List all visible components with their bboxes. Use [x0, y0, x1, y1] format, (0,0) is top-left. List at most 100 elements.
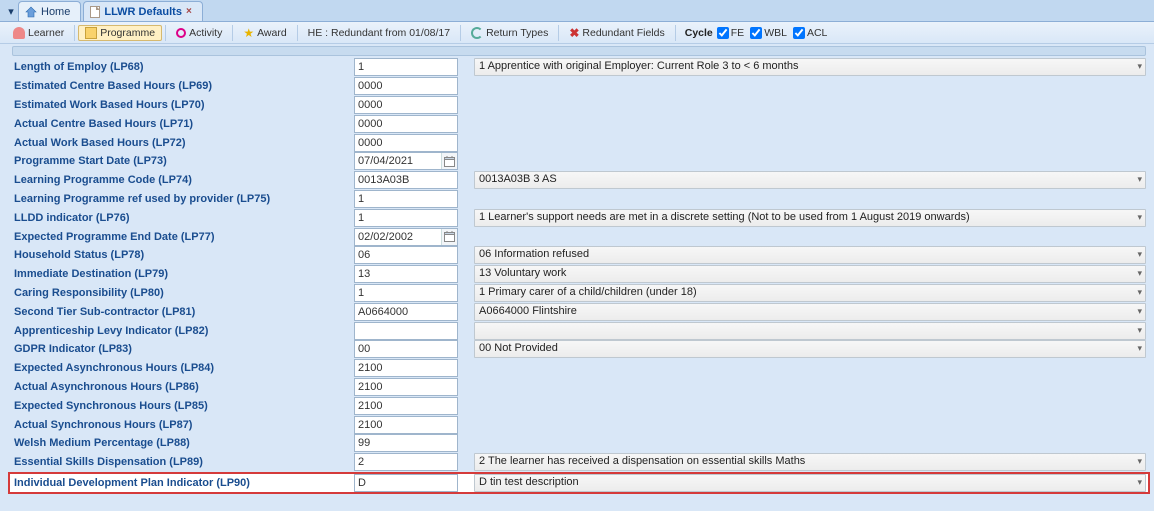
dropdown-display[interactable]: 0013A03B 3 AS▾ [474, 171, 1146, 189]
chevron-down-icon[interactable]: ▾ [1137, 477, 1142, 488]
field-description-wrapper: 2 The learner has received a dispensatio… [474, 453, 1146, 471]
field-description-wrapper: D tin test description▾ [474, 474, 1146, 492]
field-input[interactable] [354, 416, 458, 434]
field-input[interactable] [354, 171, 458, 189]
dropdown-display[interactable]: 1 Learner's support needs are met in a d… [474, 209, 1146, 227]
field-input[interactable] [354, 265, 458, 283]
return-types-button[interactable]: Return Types [464, 25, 555, 41]
form-row: Learning Programme Code (LP74) 0013A03B 3… [12, 171, 1146, 190]
field-description-wrapper: 1 Primary carer of a child/children (und… [474, 284, 1146, 302]
separator [558, 25, 559, 41]
field-input[interactable] [354, 378, 458, 396]
field-input[interactable] [354, 209, 458, 227]
chevron-down-icon[interactable]: ▾ [1137, 174, 1142, 185]
document-icon [90, 6, 100, 18]
chevron-down-icon[interactable]: ▾ [1137, 343, 1142, 354]
separator [675, 25, 676, 41]
field-label: Estimated Centre Based Hours (LP69) [12, 80, 354, 92]
cycle-acl-checkbox[interactable]: ACL [793, 27, 827, 39]
tab-bar: ▾ Home LLWR Defaults × [0, 0, 1154, 22]
field-input[interactable] [354, 77, 458, 95]
chevron-down-icon[interactable]: ▾ [1137, 249, 1142, 260]
activity-button[interactable]: Activity [169, 25, 229, 41]
tab-list-dropdown[interactable]: ▾ [4, 1, 18, 21]
field-input[interactable] [354, 359, 458, 377]
field-label: Learning Programme Code (LP74) [12, 174, 354, 186]
close-icon[interactable]: × [186, 6, 192, 17]
field-input[interactable] [354, 340, 458, 358]
field-input[interactable] [354, 474, 458, 492]
field-label: Expected Asynchronous Hours (LP84) [12, 362, 354, 374]
programme-button[interactable]: Programme [78, 25, 162, 41]
field-input[interactable] [354, 134, 458, 152]
field-input[interactable] [354, 190, 458, 208]
field-wrapper [354, 190, 458, 208]
field-input[interactable] [354, 434, 458, 452]
field-description-wrapper: 00 Not Provided▾ [474, 340, 1146, 358]
tab-home[interactable]: Home [18, 1, 81, 21]
dropdown-display[interactable]: ▾ [474, 322, 1146, 340]
dropdown-display[interactable]: A0664000 Flintshire ▾ [474, 303, 1146, 321]
field-wrapper [354, 152, 458, 170]
learner-button[interactable]: Learner [6, 25, 71, 41]
he-button[interactable]: HE : Redundant from 01/08/17 [301, 25, 457, 41]
field-label: Caring Responsibility (LP80) [12, 287, 354, 299]
field-label: Actual Synchronous Hours (LP87) [12, 419, 354, 431]
form-row: Actual Asynchronous Hours (LP86) [12, 378, 1146, 397]
field-wrapper [354, 96, 458, 114]
chevron-down-icon[interactable]: ▾ [1137, 306, 1142, 317]
award-button[interactable]: ★Award [236, 25, 293, 41]
field-wrapper [354, 303, 458, 321]
dropdown-display[interactable]: 00 Not Provided▾ [474, 340, 1146, 358]
field-label: Programme Start Date (LP73) [12, 155, 354, 167]
field-input[interactable] [354, 397, 458, 415]
field-description-wrapper: 13 Voluntary work▾ [474, 265, 1146, 283]
field-input[interactable] [354, 322, 458, 340]
separator [74, 25, 75, 41]
form-row: Learning Programme ref used by provider … [12, 190, 1146, 209]
dropdown-display[interactable]: 13 Voluntary work▾ [474, 265, 1146, 283]
field-label: Length of Employ (LP68) [12, 61, 354, 73]
dropdown-display[interactable]: 1 Apprentice with original Employer: Cur… [474, 58, 1146, 76]
chevron-down-icon[interactable]: ▾ [1137, 456, 1142, 467]
cycle-wbl-checkbox[interactable]: WBL [750, 27, 787, 39]
dropdown-text: 1 Primary carer of a child/children (und… [479, 286, 697, 298]
field-input[interactable] [354, 303, 458, 321]
dropdown-display[interactable]: 06 Information refused▾ [474, 246, 1146, 264]
dropdown-display[interactable]: 1 Primary carer of a child/children (und… [474, 284, 1146, 302]
field-input[interactable] [354, 115, 458, 133]
field-label: Estimated Work Based Hours (LP70) [12, 99, 354, 111]
redundant-fields-button[interactable]: ✖Redundant Fields [562, 25, 671, 41]
calendar-icon[interactable] [441, 229, 457, 245]
chevron-down-icon[interactable]: ▾ [1137, 212, 1142, 223]
field-description-wrapper: ▾ [474, 322, 1146, 340]
tab-llwr-defaults[interactable]: LLWR Defaults × [83, 1, 202, 21]
chevron-down-icon[interactable]: ▾ [1137, 325, 1142, 336]
field-wrapper [354, 58, 458, 76]
field-wrapper [354, 171, 458, 189]
toolbar: Learner Programme Activity ★Award HE : R… [0, 22, 1154, 44]
chevron-down-icon[interactable]: ▾ [1137, 268, 1142, 279]
field-input[interactable] [354, 246, 458, 264]
form-row: LLDD indicator (LP76)1 Learner's support… [12, 208, 1146, 227]
field-input[interactable] [354, 58, 458, 76]
field-label: Individual Development Plan Indicator (L… [12, 477, 354, 489]
field-input[interactable] [354, 96, 458, 114]
dropdown-text: 2 The learner has received a dispensatio… [479, 455, 805, 467]
chevron-down-icon[interactable]: ▾ [1137, 61, 1142, 72]
dropdown-display[interactable]: D tin test description▾ [474, 474, 1146, 492]
tab-llwr-label: LLWR Defaults [104, 6, 182, 18]
field-input[interactable] [354, 453, 458, 471]
cycle-fe-checkbox[interactable]: FE [717, 27, 744, 39]
dropdown-display[interactable]: 2 The learner has received a dispensatio… [474, 453, 1146, 471]
calendar-icon[interactable] [441, 153, 457, 169]
field-label: Household Status (LP78) [12, 249, 354, 261]
programme-icon [85, 27, 97, 39]
activity-icon [176, 28, 186, 38]
field-input[interactable] [354, 284, 458, 302]
dropdown-text: A0664000 Flintshire [479, 305, 577, 317]
field-wrapper [354, 322, 458, 340]
form-row: Expected Programme End Date (LP77) [12, 227, 1146, 246]
chevron-down-icon[interactable]: ▾ [1137, 287, 1142, 298]
scrollbar-top[interactable] [12, 46, 1146, 56]
